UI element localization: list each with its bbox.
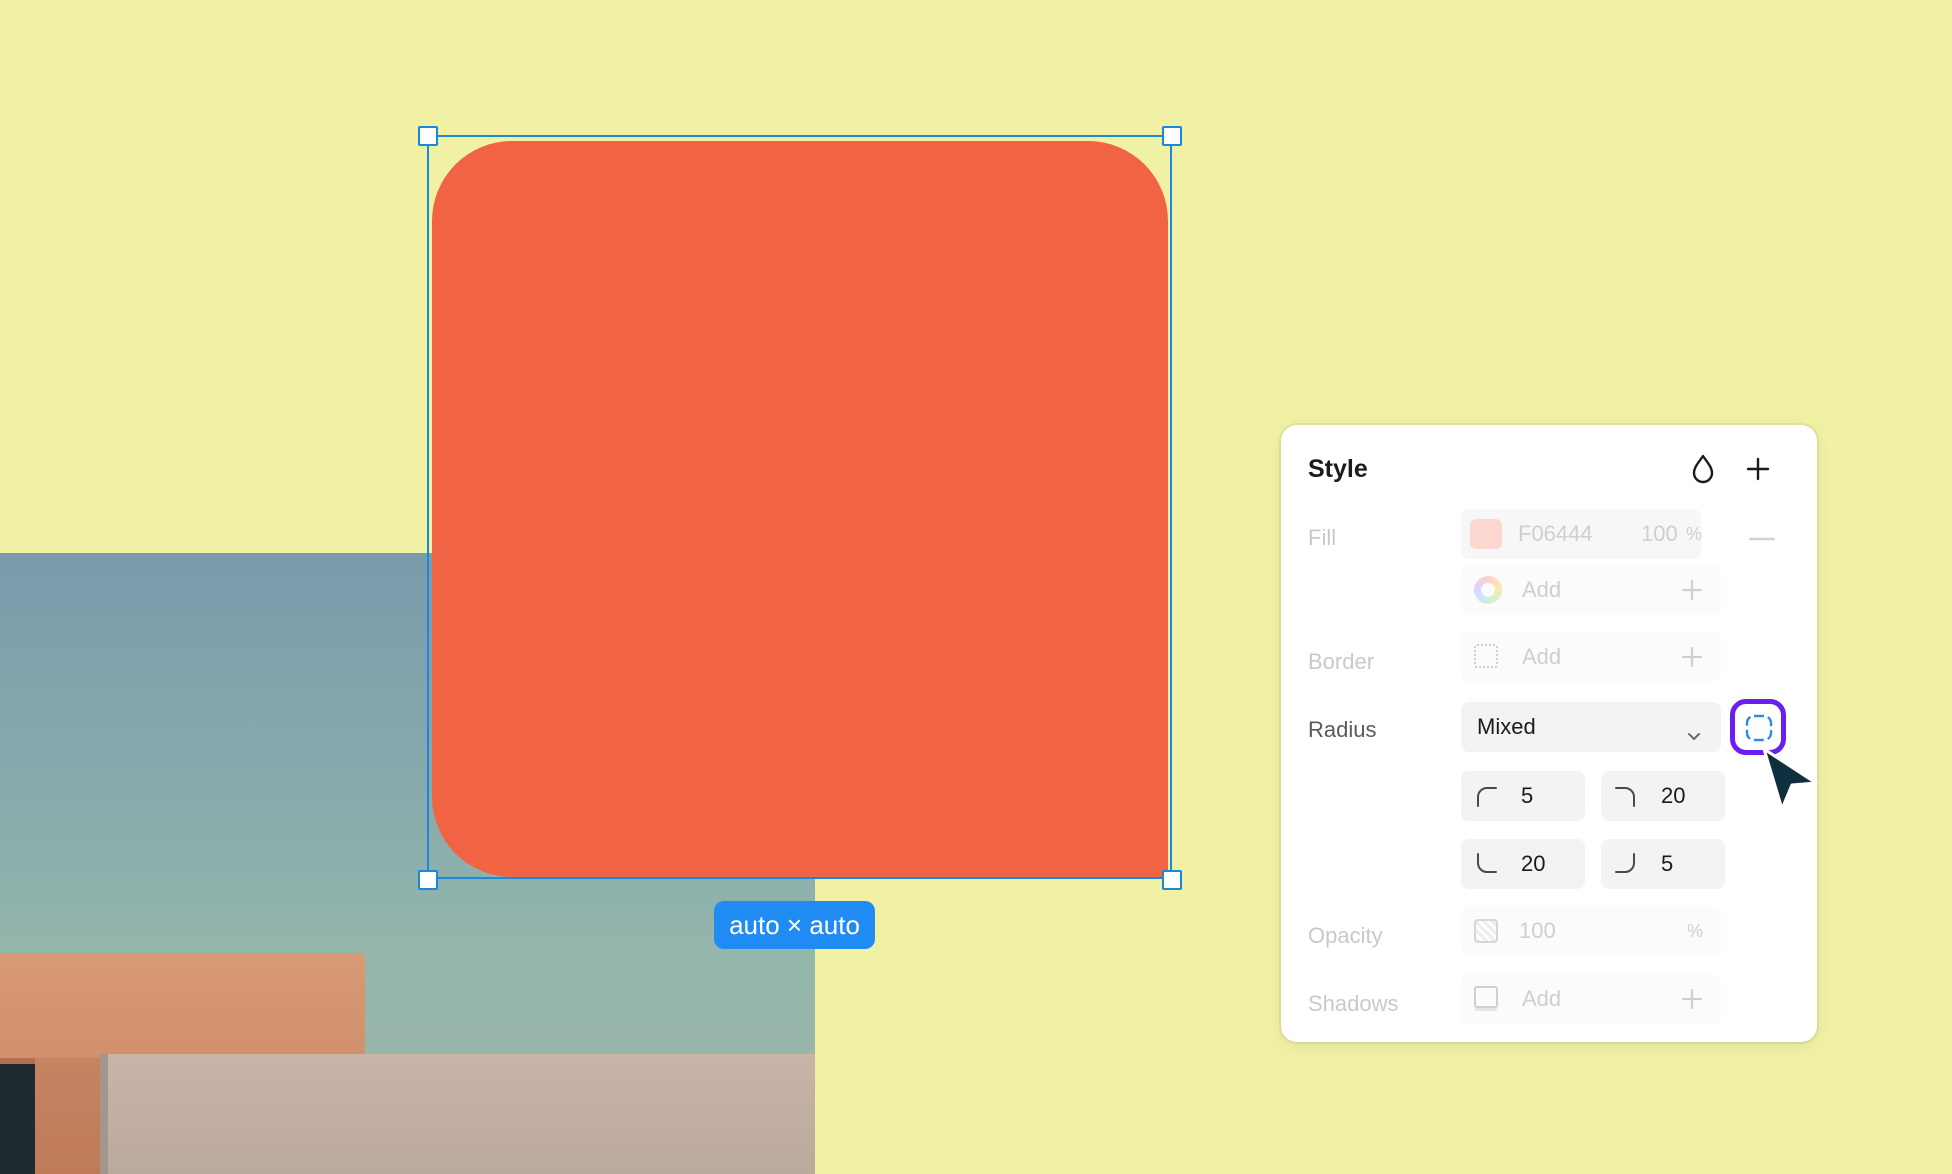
color-wheel-icon — [1474, 576, 1502, 604]
radius-bottom-right-value: 5 — [1661, 851, 1674, 876]
radius-mode-value: Mixed — [1477, 714, 1536, 739]
fill-add-plus-icon[interactable] — [1681, 579, 1703, 606]
radius-top-left-field[interactable]: 5 — [1461, 771, 1585, 821]
fill-opacity-value: 100 — [1641, 521, 1678, 546]
fill-label: Fill — [1308, 525, 1337, 550]
resize-handle-top-right[interactable] — [1162, 126, 1182, 146]
fill-color-field[interactable]: F06444 100 % — [1461, 509, 1703, 559]
size-badge: auto × auto — [714, 901, 875, 949]
opacity-unit: % — [1687, 921, 1704, 941]
droplet-icon[interactable] — [1689, 453, 1717, 490]
opacity-label: Opacity — [1308, 923, 1383, 948]
fill-swatch[interactable] — [1470, 519, 1502, 549]
selection-box[interactable] — [427, 135, 1172, 879]
corner-top-right-icon — [1615, 785, 1637, 813]
opacity-icon — [1474, 919, 1498, 943]
border-add-label: Add — [1522, 644, 1562, 669]
radius-top-right-field[interactable]: 20 — [1601, 771, 1725, 821]
fill-add-field[interactable]: Add — [1461, 565, 1721, 615]
shadows-add-label: Add — [1522, 986, 1562, 1011]
plus-icon[interactable] — [1746, 457, 1770, 486]
border-label: Border — [1308, 649, 1375, 674]
opacity-value: 100 — [1519, 918, 1556, 943]
corner-top-left-icon — [1475, 785, 1497, 813]
fill-opacity-unit: % — [1686, 524, 1703, 544]
fill-hex: F06444 — [1518, 521, 1593, 546]
corners-icon — [1744, 713, 1774, 748]
radius-bottom-left-field[interactable]: 20 — [1461, 839, 1585, 889]
border-icon — [1474, 644, 1498, 668]
style-panel: Style Fill F06444 100 % Add Border Add R… — [1281, 425, 1817, 1042]
shadows-add-field[interactable]: Add — [1461, 974, 1721, 1024]
photo-window — [0, 1058, 35, 1174]
mouse-cursor-icon — [1760, 745, 1820, 818]
remove-fill-icon[interactable] — [1748, 522, 1776, 550]
radius-top-right-value: 20 — [1661, 783, 1686, 808]
radius-bottom-right-field[interactable]: 5 — [1601, 839, 1725, 889]
resize-handle-bottom-right[interactable] — [1162, 870, 1182, 890]
resize-handle-top-left[interactable] — [418, 126, 438, 146]
shadow-icon — [1474, 986, 1498, 1008]
chevron-down-icon — [1687, 722, 1701, 748]
resize-handle-bottom-left[interactable] — [418, 870, 438, 890]
photo-wall-front — [100, 1054, 815, 1174]
fill-add-label: Add — [1522, 577, 1562, 602]
panel-title: Style — [1308, 455, 1368, 483]
opacity-field[interactable]: 100 % — [1461, 906, 1721, 956]
radius-mode-select[interactable]: Mixed — [1461, 702, 1721, 752]
radius-top-left-value: 5 — [1521, 783, 1534, 808]
radius-bottom-left-value: 20 — [1521, 851, 1546, 876]
corner-bottom-left-icon — [1475, 853, 1497, 881]
corner-bottom-right-icon — [1615, 853, 1637, 881]
radius-label: Radius — [1308, 717, 1377, 742]
shadows-label: Shadows — [1308, 991, 1399, 1016]
shadows-add-plus-icon[interactable] — [1681, 988, 1703, 1015]
border-add-plus-icon[interactable] — [1681, 646, 1703, 673]
border-add-field[interactable]: Add — [1461, 632, 1721, 682]
